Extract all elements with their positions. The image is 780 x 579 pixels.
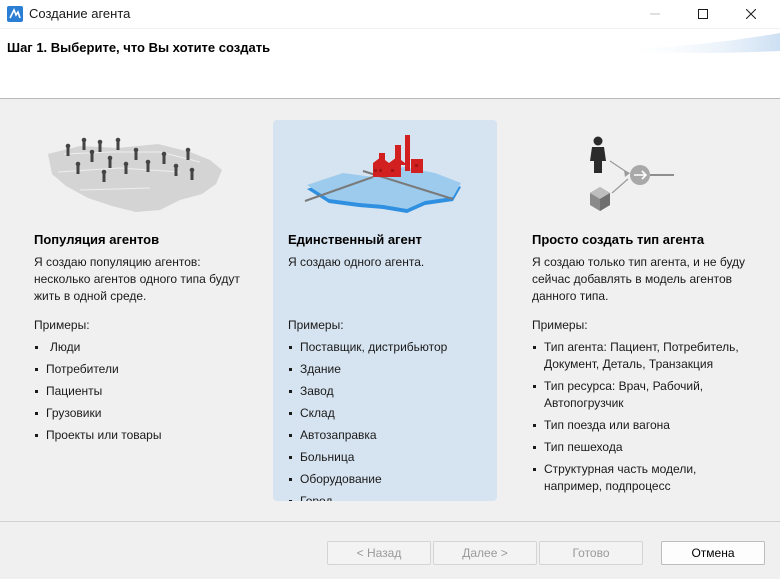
option-description: Я создаю популяцию агентов: несколько аг… — [34, 255, 240, 303]
list-item: Автозаправка — [288, 427, 488, 444]
option-description: Я создаю одного агента. — [288, 255, 425, 269]
step-title: Шаг 1. Выберите, что Вы хотите создать — [7, 40, 271, 55]
list-item: Поставщик, дистрибьютор — [288, 339, 488, 356]
examples-label: Примеры: — [288, 318, 344, 332]
finish-button[interactable]: Готово — [539, 541, 643, 565]
next-button[interactable]: Далее > — [433, 541, 537, 565]
list-item: Люди — [34, 339, 254, 356]
agent-type-icon — [590, 136, 674, 211]
list-item: Оборудование — [288, 471, 488, 488]
option-title: Популяция агентов — [34, 232, 160, 247]
list-item: Город — [288, 493, 488, 501]
factory-map-icon — [304, 135, 461, 213]
list-item: Тип поезда или вагона — [532, 417, 747, 434]
close-icon — [746, 9, 756, 19]
minimize-button[interactable] — [632, 0, 678, 28]
list-item: Структурная часть модели, например, подп… — [532, 461, 747, 495]
anylogic-app-icon — [7, 6, 23, 22]
window-title: Создание агента — [29, 6, 131, 21]
list-item: Тип пешехода — [532, 439, 747, 456]
option-title: Единственный агент — [288, 232, 422, 247]
maximize-button[interactable] — [680, 0, 726, 28]
list-item: Пациенты — [34, 383, 254, 400]
header-decoration — [620, 33, 780, 53]
examples-clip: Тип агента: Пациент, Потребитель, Докуме… — [520, 339, 765, 501]
option-title: Просто создать тип агента — [532, 232, 705, 247]
list-item: Склад — [288, 405, 488, 422]
list-item: Тип агента: Пациент, Потребитель, Докуме… — [532, 339, 747, 373]
options-area: Популяция агентов Я создаю популяцию аге… — [0, 99, 780, 521]
window-titlebar: Создание агента — [0, 0, 780, 29]
examples-label: Примеры: — [532, 318, 588, 332]
examples-clip: Поставщик, дистрибьютор Здание Завод Скл… — [273, 339, 497, 501]
list-item: Грузовики — [34, 405, 254, 422]
examples-list: Поставщик, дистрибьютор Здание Завод Скл… — [288, 339, 488, 501]
minimize-icon — [650, 13, 660, 15]
examples-list: Тип агента: Пациент, Потребитель, Докуме… — [532, 339, 747, 500]
list-item: Проекты или товары — [34, 427, 254, 444]
maximize-icon — [698, 9, 708, 19]
list-item: Здание — [288, 361, 488, 378]
option-description: Я создаю только тип агента, и не буду се… — [532, 255, 746, 303]
list-item: Больница — [288, 449, 488, 466]
population-map-icon — [48, 137, 222, 212]
back-button[interactable]: < Назад — [327, 541, 431, 565]
list-item: Завод — [288, 383, 488, 400]
wizard-footer: < Назад Далее > Готово Отмена — [0, 522, 780, 579]
list-item: Потребители — [34, 361, 254, 378]
examples-list: Люди Потребители Пациенты Грузовики Прое… — [34, 339, 254, 449]
wizard-header: Шаг 1. Выберите, что Вы хотите создать — [0, 29, 780, 99]
cancel-button[interactable]: Отмена — [661, 541, 765, 565]
list-item: Тип ресурса: Врач, Рабочий, Автопогрузчи… — [532, 378, 747, 412]
close-button[interactable] — [728, 0, 774, 28]
examples-label: Примеры: — [34, 318, 90, 332]
